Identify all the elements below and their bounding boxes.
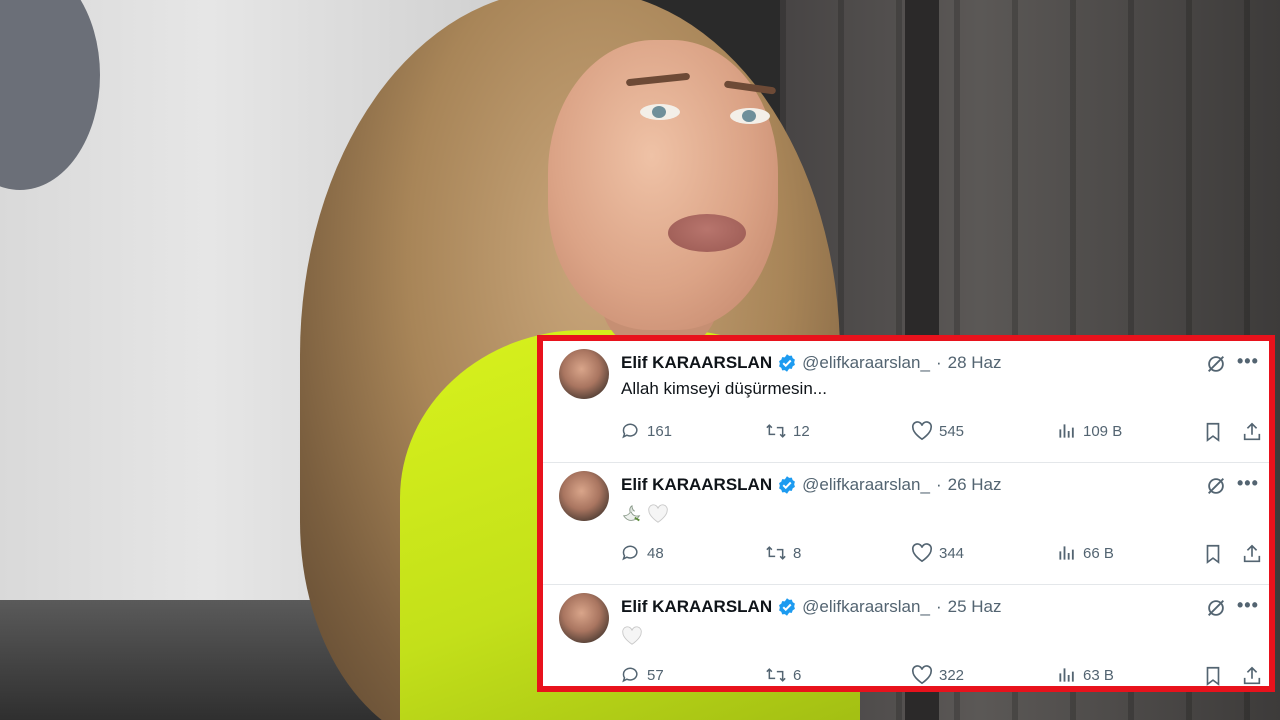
views-button[interactable]: 66 B (1057, 543, 1114, 563)
display-name[interactable]: Elif KARAARSLAN (621, 353, 772, 373)
like-button[interactable]: 322 (911, 665, 964, 685)
tweet[interactable]: Elif KARAARSLAN @elifkaraarslan_ · 28 Ha… (543, 341, 1269, 463)
retweet-count: 6 (793, 666, 802, 684)
reply-icon (622, 423, 638, 439)
handle[interactable]: @elifkaraarslan_ (802, 475, 930, 495)
share-icon (1243, 544, 1261, 563)
display-name[interactable]: Elif KARAARSLAN (621, 475, 772, 495)
like-count: 322 (939, 666, 965, 684)
tweet-header: Elif KARAARSLAN @elifkaraarslan_ · 25 Ha… (621, 595, 1001, 619)
like-count: 344 (939, 544, 965, 562)
retweet-icon (766, 668, 786, 682)
heart-icon (912, 665, 932, 685)
tweets-screenshot-card: Elif KARAARSLAN @elifkaraarslan_ · 28 Ha… (537, 335, 1275, 692)
separator: · (935, 353, 942, 372)
bookmark-button[interactable] (1203, 421, 1223, 443)
reply-icon (622, 667, 638, 683)
handle[interactable]: @elifkaraarslan_ (802, 353, 930, 373)
tweet-text: Allah kimseyi düşürmesin... (621, 379, 827, 398)
verified-badge-icon (777, 475, 797, 495)
more-options-icon[interactable]: ••• (1237, 595, 1259, 616)
verified-badge-icon (777, 353, 797, 373)
share-button[interactable] (1241, 665, 1263, 686)
retweet-button[interactable]: 8 (765, 543, 801, 563)
grok-icon[interactable] (1205, 353, 1227, 380)
views-chart-icon (1059, 668, 1074, 682)
share-button[interactable] (1241, 543, 1263, 565)
retweet-button[interactable]: 12 (765, 421, 810, 441)
heart-icon (912, 543, 932, 563)
grok-icon[interactable] (1205, 597, 1227, 624)
share-icon (1243, 422, 1261, 441)
tweet-emojis (621, 625, 643, 647)
tweet-header: Elif KARAARSLAN @elifkaraarslan_ · 26 Ha… (621, 473, 1001, 497)
like-button[interactable]: 344 (911, 543, 964, 563)
lips (668, 214, 746, 252)
tweet-actions: 161 12 545 109 B (621, 421, 1261, 445)
reply-icon (622, 545, 638, 561)
like-count: 545 (939, 422, 965, 440)
views-count: 109 B (1083, 422, 1123, 440)
separator: · (935, 475, 942, 494)
views-button[interactable]: 63 B (1057, 665, 1114, 685)
avatar[interactable] (559, 471, 609, 521)
bookmark-icon (1206, 544, 1220, 564)
reply-button[interactable]: 161 (621, 421, 672, 441)
bookmark-button[interactable] (1203, 543, 1223, 565)
share-button[interactable] (1241, 421, 1263, 443)
eye-right (730, 108, 770, 124)
heart-icon (912, 421, 932, 441)
reply-count: 57 (647, 666, 664, 684)
tweet-actions: 57 6 322 63 B (621, 665, 1263, 686)
retweet-button[interactable]: 6 (765, 665, 801, 685)
verified-badge-icon (777, 597, 797, 617)
tweet-actions: 48 8 344 66 B (621, 543, 1261, 567)
bookmark-button[interactable] (1203, 665, 1223, 686)
tweet-emojis (621, 503, 669, 525)
grok-icon[interactable] (1205, 475, 1227, 502)
tweet[interactable]: Elif KARAARSLAN @elifkaraarslan_ · 26 Ha… (543, 463, 1269, 585)
retweet-icon (766, 424, 786, 438)
share-icon (1243, 666, 1261, 685)
views-count: 63 B (1083, 666, 1114, 684)
views-chart-icon (1059, 424, 1074, 438)
views-count: 66 B (1083, 544, 1114, 562)
reply-count: 161 (647, 422, 673, 440)
retweet-icon (766, 546, 786, 560)
reply-button[interactable]: 48 (621, 543, 664, 563)
bookmark-icon (1206, 666, 1220, 686)
white-heart-icon (622, 626, 642, 645)
tweet-date[interactable]: 28 Haz (948, 353, 1002, 373)
bookmark-icon (1206, 422, 1220, 442)
reply-button[interactable]: 57 (621, 665, 664, 685)
tweet-header: Elif KARAARSLAN @elifkaraarslan_ · 28 Ha… (621, 351, 1001, 375)
more-options-icon[interactable]: ••• (1237, 473, 1259, 494)
views-chart-icon (1059, 546, 1074, 560)
dove-icon (622, 505, 641, 522)
more-options-icon[interactable]: ••• (1237, 351, 1259, 372)
tweet-date[interactable]: 25 Haz (948, 597, 1002, 617)
retweet-count: 8 (793, 544, 802, 562)
eye-left (640, 104, 680, 120)
reply-count: 48 (647, 544, 664, 562)
handle[interactable]: @elifkaraarslan_ (802, 597, 930, 617)
views-button[interactable]: 109 B (1057, 421, 1122, 441)
tweet-date[interactable]: 26 Haz (948, 475, 1002, 495)
white-heart-icon (648, 504, 668, 523)
tweet[interactable]: Elif KARAARSLAN @elifkaraarslan_ · 25 Ha… (543, 585, 1269, 686)
avatar[interactable] (559, 593, 609, 643)
separator: · (935, 597, 942, 616)
like-button[interactable]: 545 (911, 421, 964, 441)
avatar[interactable] (559, 349, 609, 399)
retweet-count: 12 (793, 422, 810, 440)
display-name[interactable]: Elif KARAARSLAN (621, 597, 772, 617)
